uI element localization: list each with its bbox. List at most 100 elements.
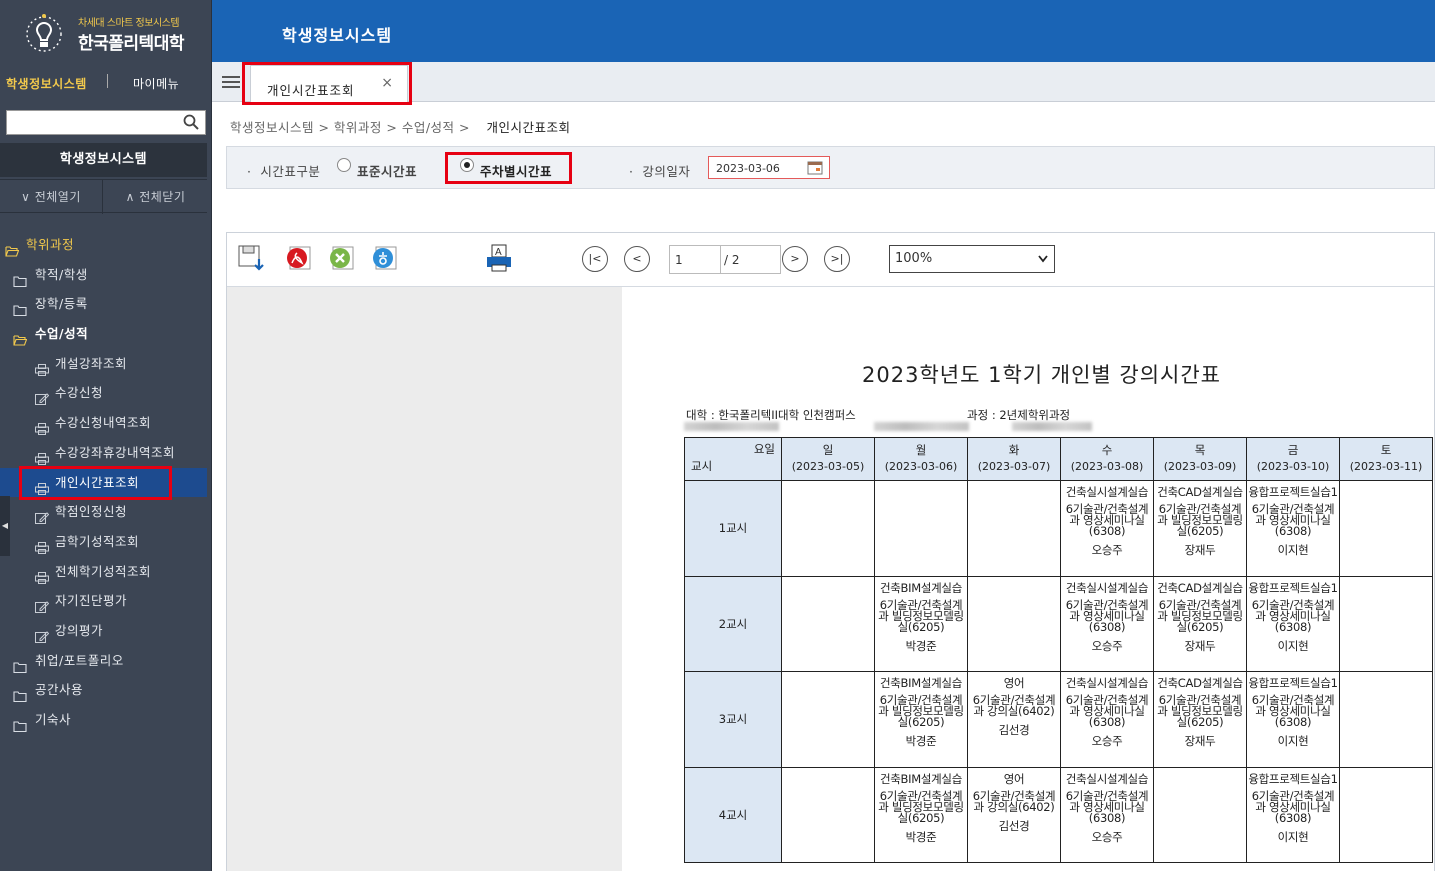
edit-icon [35, 594, 50, 614]
course-room: 6기술관/건축설계과 영상세미나실(6308) [1065, 502, 1149, 538]
course-room: 6기술관/건축설계과 영상세미나실(6308) [1251, 597, 1335, 634]
viewer-toolbar: A |< < 1 / 2 > >| 100% [227, 233, 1434, 287]
day-date: (2023-03-06) [884, 459, 958, 473]
timetable-cell: 건축BIM설계실습 6기술관/건축설계과 빌딩정보모델링실(6205) 박경준 [874, 575, 968, 672]
svg-text:A: A [495, 247, 502, 258]
sidebar-item-label: 개인시간표조회 [55, 474, 140, 490]
menu-student-system[interactable]: 학생정보시스템 [6, 75, 87, 92]
sidebar-item[interactable]: 기숙사 [0, 705, 207, 735]
viewer-side-pane [227, 287, 622, 871]
collapse-all-button[interactable]: ∧ 전체닫기 [104, 180, 207, 214]
sidebar-collapse-toggle[interactable]: ◀ [0, 496, 10, 556]
course-name: 건축CAD설계실습 [1157, 580, 1243, 595]
prev-page-button[interactable]: < [624, 246, 650, 272]
timetable-cell [1153, 766, 1247, 863]
timetable-cell [874, 480, 968, 577]
last-page-button[interactable]: >| [824, 246, 850, 272]
sidebar-item[interactable]: 수업/성적 [0, 319, 207, 349]
course-professor: 오승주 [1091, 638, 1123, 653]
timetable-type-label: · 시간표구분 [247, 164, 321, 179]
radio-weekly[interactable] [460, 158, 474, 172]
course-room: 6기술관/건축설계과 영상세미나실(6308) [1251, 502, 1335, 538]
sidebar-item[interactable]: 수강신청내역조회 [0, 408, 207, 438]
sidebar-item[interactable]: 금학기성적조회 [0, 527, 207, 557]
timetable-cell: 건축실시설계실습 6기술관/건축설계과 영상세미나실(6308) 오승주 [1060, 480, 1154, 577]
sidebar-item[interactable]: 학위과정 [0, 230, 207, 260]
radio-standard[interactable] [337, 158, 351, 172]
sidebar-item-label: 전체학기성적조회 [55, 563, 152, 579]
day-name: 목 [1194, 443, 1206, 458]
sidebar-item[interactable]: 학점인정신청 [0, 497, 207, 527]
print-icon[interactable]: A [484, 243, 514, 273]
tab-personal-timetable[interactable]: 개인시간표조회 × [250, 65, 408, 102]
day-header: 일 (2023-03-05) [781, 437, 875, 481]
redacted-info [684, 422, 779, 431]
hamburger-menu-icon[interactable] [222, 76, 240, 90]
top-menu: 학생정보시스템 마이메뉴 [0, 72, 212, 94]
sidebar-item-label: 수강신청내역조회 [55, 415, 152, 431]
period-label: 2교시 [684, 575, 782, 672]
page-input[interactable]: 1 [675, 253, 683, 267]
day-name: 금 [1287, 443, 1299, 458]
app-header: 학생정보시스템 [212, 0, 1435, 62]
sidebar-item[interactable]: 강의평가 [0, 616, 207, 646]
day-header: 월 (2023-03-06) [874, 437, 968, 481]
sidebar-item[interactable]: 학적/학생 [0, 260, 207, 290]
pdf-export-icon[interactable] [284, 243, 314, 273]
header-period-label: 교시 [691, 459, 713, 474]
sidebar-item[interactable]: 개설강좌조회 [0, 349, 207, 379]
hwp-export-icon[interactable] [370, 243, 400, 273]
expand-all-button[interactable]: ∨ 전체열기 [0, 180, 103, 214]
day-name: 화 [1008, 443, 1020, 458]
first-page-button[interactable]: |< [582, 246, 608, 272]
close-icon[interactable]: × [381, 75, 393, 91]
sidebar-item[interactable]: 수강강좌휴강내역조회 [0, 438, 207, 468]
course-name: 영어 [1003, 771, 1025, 786]
timetable-cell [781, 766, 875, 863]
timetable-cell [781, 575, 875, 672]
search-icon[interactable] [183, 114, 199, 130]
zoom-value: 100% [895, 251, 933, 266]
course-professor: 김선경 [998, 723, 1030, 737]
course-room: 6기술관/건축설계과 영상세미나실(6308) [1065, 693, 1149, 729]
sidebar-item[interactable]: 개인시간표조회 [0, 467, 207, 498]
save-icon[interactable] [237, 243, 267, 273]
timetable-cell [967, 480, 1061, 577]
sidebar-item[interactable]: 장학/등록 [0, 289, 207, 319]
excel-export-icon[interactable] [327, 243, 357, 273]
menu-search-input[interactable] [7, 111, 177, 134]
timetable-cell [1339, 766, 1433, 863]
timetable-type-text: 시간표구분 [260, 164, 321, 179]
period-label: 4교시 [684, 766, 782, 863]
sidebar-item[interactable]: 전체학기성적조회 [0, 557, 207, 587]
sidebar-item[interactable]: 수강신청 [0, 378, 207, 408]
lecture-date-input[interactable]: 2023-03-06 [708, 156, 830, 179]
sidebar-item[interactable]: 공간사용 [0, 675, 207, 705]
folder-icon [13, 713, 27, 733]
logo-icon [26, 14, 62, 52]
timetable-corner-header: 요일 교시 [684, 437, 782, 481]
edit-icon [35, 624, 50, 643]
sidebar-item[interactable]: 자기진단평가 [0, 586, 207, 616]
lecture-date-value: 2023-03-06 [716, 162, 780, 175]
timetable-cell: 융합프로젝트실습1 6기술관/건축설계과 영상세미나실(6308) 이지현 [1246, 766, 1340, 863]
course-name: 건축CAD설계실습 [1157, 485, 1243, 499]
day-name: 수 [1101, 443, 1113, 458]
radio-weekly-label[interactable]: 주차별시간표 [480, 161, 552, 180]
timetable-cell [967, 575, 1061, 672]
day-name: 토 [1380, 443, 1392, 458]
header-title: 학생정보시스템 [282, 26, 393, 45]
day-header: 토 (2023-03-11) [1339, 437, 1433, 481]
zoom-select[interactable]: 100% [889, 245, 1055, 273]
next-page-button[interactable]: > [782, 246, 808, 272]
collapse-all-label: 전체닫기 [139, 190, 186, 204]
logo[interactable]: 차세대 스마트 정보시스템 한국폴리텍대학 [22, 8, 202, 56]
report-college: 대학 : 한국폴리텍II대학 인천캠퍼스 [686, 408, 856, 422]
course-professor: 장재두 [1184, 638, 1216, 653]
radio-standard-label[interactable]: 표준시간표 [357, 161, 417, 180]
calendar-icon[interactable] [807, 160, 823, 175]
course-professor: 오승주 [1091, 829, 1123, 844]
sidebar-item[interactable]: 취업/포트폴리오 [0, 646, 207, 676]
course-room: 6기술관/건축설계과 영상세미나실(6308) [1065, 788, 1149, 825]
menu-my-menu[interactable]: 마이메뉴 [133, 75, 179, 92]
